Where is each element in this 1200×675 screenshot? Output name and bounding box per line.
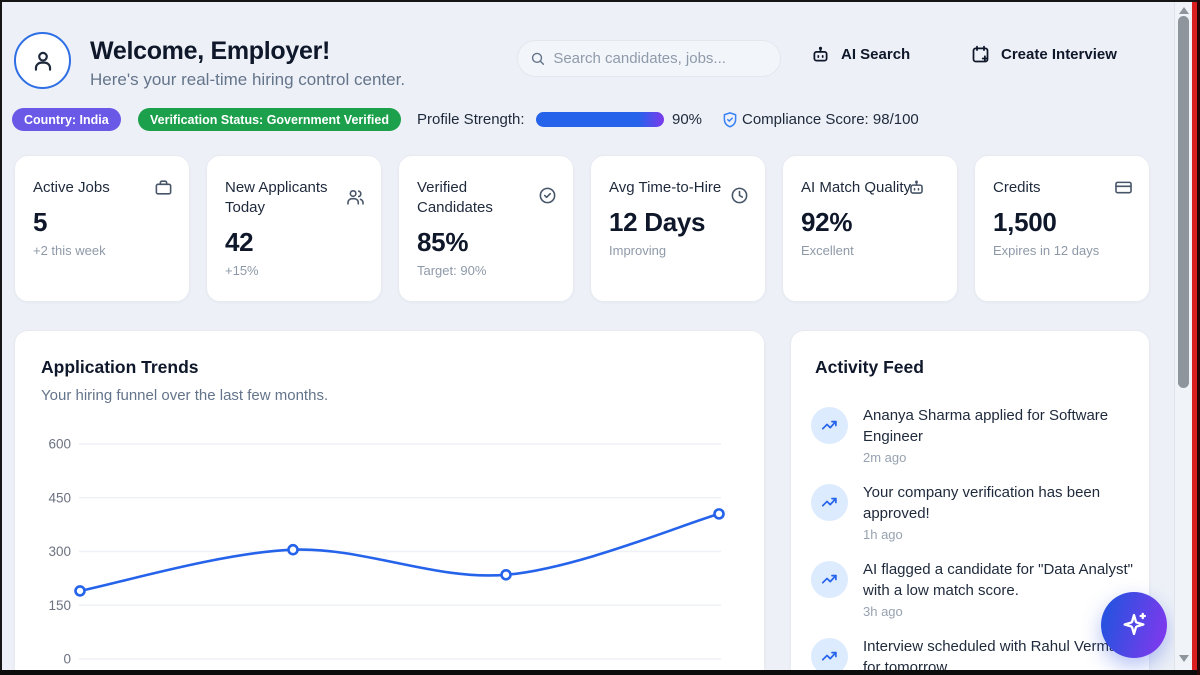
compliance-score: Compliance Score: 98/100 bbox=[742, 111, 919, 128]
stat-value: 1,500 bbox=[993, 207, 1131, 238]
trending-up-icon bbox=[811, 484, 848, 521]
frame-border bbox=[0, 0, 2, 675]
feed-time: 2m ago bbox=[863, 450, 1135, 465]
shield-check-icon bbox=[721, 111, 739, 129]
trends-title: Application Trends bbox=[41, 357, 199, 378]
dashboard-viewport: Welcome, Employer! Here's your real-time… bbox=[0, 0, 1200, 675]
stat-sub: Target: 90% bbox=[417, 263, 555, 278]
profile-strength-bar bbox=[536, 112, 664, 127]
create-interview-label: Create Interview bbox=[1001, 46, 1117, 63]
stat-label: Verified Candidates bbox=[417, 178, 535, 218]
trending-up-icon bbox=[811, 561, 848, 598]
trending-up-icon bbox=[811, 407, 848, 444]
stat-card-ai-match-quality[interactable]: AI Match Quality 92% Excellent bbox=[782, 155, 958, 302]
avatar[interactable] bbox=[14, 32, 71, 89]
check-circle-icon bbox=[538, 186, 557, 205]
stat-card-new-applicants[interactable]: New Applicants Today 42 +15% bbox=[206, 155, 382, 302]
stat-card-active-jobs[interactable]: Active Jobs 5 +2 this week bbox=[14, 155, 190, 302]
svg-text:150: 150 bbox=[48, 598, 71, 613]
stat-card-verified-candidates[interactable]: Verified Candidates 85% Target: 90% bbox=[398, 155, 574, 302]
users-icon bbox=[346, 188, 365, 207]
verification-badge: Verification Status: Government Verified bbox=[138, 108, 401, 131]
clock-icon bbox=[730, 186, 749, 205]
frame-border bbox=[0, 0, 1200, 2]
stat-sub: +15% bbox=[225, 263, 363, 278]
frame-border bbox=[0, 670, 1200, 675]
robot-icon bbox=[810, 44, 831, 65]
stat-value: 5 bbox=[33, 207, 171, 238]
stat-value: 85% bbox=[417, 227, 555, 258]
country-badge: Country: India bbox=[12, 108, 121, 131]
stat-card-avg-time-to-hire[interactable]: Avg Time-to-Hire 12 Days Improving bbox=[590, 155, 766, 302]
person-icon bbox=[30, 48, 56, 74]
stats-row: Active Jobs 5 +2 this week New Applicant… bbox=[14, 155, 1150, 302]
stat-label: New Applicants Today bbox=[225, 178, 343, 218]
stat-sub: +2 this week bbox=[33, 243, 171, 258]
ai-search-label: AI Search bbox=[841, 46, 910, 63]
stat-sub: Expires in 12 days bbox=[993, 243, 1131, 258]
activity-feed-list: Ananya Sharma applied for Software Engin… bbox=[811, 405, 1135, 675]
profile-strength-label: Profile Strength: bbox=[417, 111, 525, 128]
stat-card-credits[interactable]: Credits 1,500 Expires in 12 days bbox=[974, 155, 1150, 302]
vertical-scrollbar[interactable] bbox=[1174, 2, 1192, 670]
stat-sub: Improving bbox=[609, 243, 747, 258]
ai-assistant-fab[interactable] bbox=[1101, 592, 1167, 658]
svg-text:300: 300 bbox=[48, 544, 71, 559]
feed-time: 3h ago bbox=[863, 604, 1135, 619]
stat-value: 42 bbox=[225, 227, 363, 258]
feed-time: 1h ago bbox=[863, 527, 1135, 542]
bot-icon bbox=[907, 178, 926, 197]
feed-text: Ananya Sharma applied for Software Engin… bbox=[863, 405, 1135, 447]
scroll-up-arrow[interactable] bbox=[1179, 7, 1189, 14]
ai-search-button[interactable]: AI Search bbox=[810, 44, 910, 65]
trend-line-chart: 600 450 300 150 0 bbox=[35, 434, 745, 674]
application-trends-card: Application Trends Your hiring funnel ov… bbox=[14, 330, 765, 675]
activity-feed-title: Activity Feed bbox=[815, 357, 924, 378]
briefcase-icon bbox=[154, 178, 173, 197]
stat-label: Active Jobs bbox=[33, 178, 151, 198]
svg-text:450: 450 bbox=[48, 490, 71, 505]
svg-text:600: 600 bbox=[48, 437, 71, 452]
stat-label: Credits bbox=[993, 178, 1111, 198]
stat-sub: Excellent bbox=[801, 243, 939, 258]
search-icon bbox=[530, 50, 545, 67]
profile-strength-value: 90% bbox=[672, 111, 702, 128]
feed-item[interactable]: Ananya Sharma applied for Software Engin… bbox=[811, 405, 1135, 465]
stat-value: 92% bbox=[801, 207, 939, 238]
svg-text:0: 0 bbox=[63, 652, 71, 667]
create-interview-button[interactable]: Create Interview bbox=[970, 44, 1117, 65]
search-bar[interactable] bbox=[517, 40, 781, 77]
stat-value: 12 Days bbox=[609, 207, 747, 238]
trends-subtitle: Your hiring funnel over the last few mon… bbox=[41, 387, 328, 404]
page-title: Welcome, Employer! bbox=[90, 37, 330, 66]
stat-label: AI Match Quality bbox=[801, 178, 921, 198]
stat-label: Avg Time-to-Hire bbox=[609, 178, 727, 198]
feed-text: AI flagged a candidate for "Data Analyst… bbox=[863, 559, 1135, 601]
feed-text: Your company verification has been appro… bbox=[863, 482, 1135, 524]
activity-feed-card: Activity Feed Ananya Sharma applied for … bbox=[790, 330, 1150, 675]
scroll-down-arrow[interactable] bbox=[1179, 655, 1189, 662]
search-input[interactable] bbox=[553, 50, 768, 67]
feed-item[interactable]: Your company verification has been appro… bbox=[811, 482, 1135, 542]
credit-card-icon bbox=[1114, 178, 1133, 197]
page-subtitle: Here's your real-time hiring control cen… bbox=[90, 70, 405, 90]
scroll-thumb[interactable] bbox=[1178, 16, 1189, 388]
calendar-plus-icon bbox=[970, 44, 991, 65]
sparkles-icon bbox=[1120, 611, 1148, 639]
feed-item[interactable]: AI flagged a candidate for "Data Analyst… bbox=[811, 559, 1135, 619]
